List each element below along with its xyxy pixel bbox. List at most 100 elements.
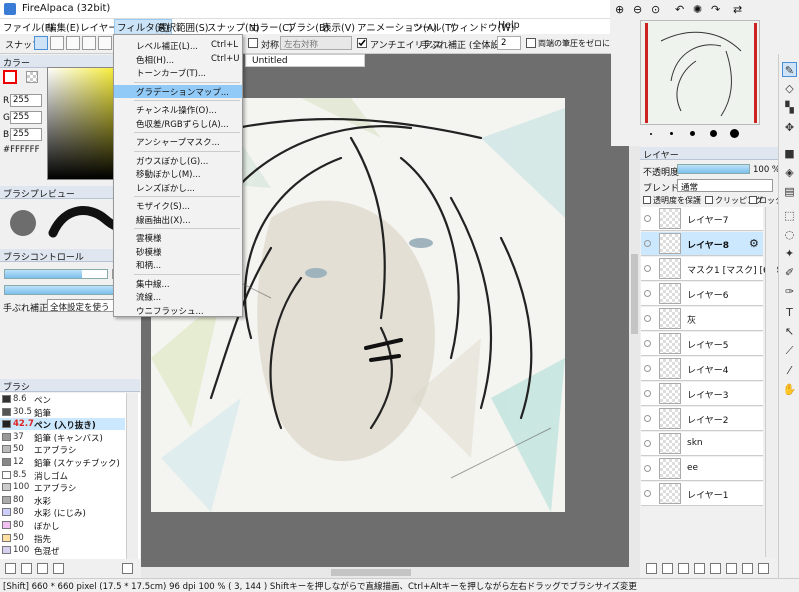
eyedropper-tool-icon[interactable]: ⁄ [782, 363, 797, 378]
duplicate-brush-icon[interactable] [21, 563, 32, 574]
layer-row[interactable]: skn [641, 432, 763, 456]
lock-checkbox[interactable] [749, 196, 757, 204]
brush-list-item[interactable]: 50 エアブラシ [0, 443, 125, 456]
divide-tool-icon[interactable]: ⟋ [782, 343, 797, 358]
fill-rect-tool-icon[interactable]: ■ [782, 146, 797, 161]
symmetry-select[interactable]: 左右対称 [280, 36, 352, 50]
menu-edit[interactable]: 編集(E) [47, 20, 79, 34]
layer-visibility-icon[interactable] [644, 390, 651, 397]
new-layer-8bit-icon[interactable] [662, 563, 673, 574]
brush-list-item[interactable]: 8.6 ペン [0, 393, 125, 406]
filter-menu-item[interactable]: レンズぼかし... [114, 181, 242, 194]
document-tab[interactable]: Untitled [245, 54, 365, 67]
filter-menu-item[interactable]: 雲模様 [114, 231, 242, 244]
layer-row[interactable]: レイヤー6 [641, 282, 763, 306]
layer-visibility-icon[interactable] [644, 315, 651, 322]
brush-list-item[interactable]: 30.5 鉛筆 [0, 406, 125, 419]
g-input[interactable]: 255 [10, 111, 42, 124]
brush-settings-icon[interactable] [53, 563, 64, 574]
eraser-tool-icon[interactable]: ◇ [782, 81, 797, 96]
rotate-reset-icon[interactable]: ✺ [693, 3, 702, 16]
filter-menu-item[interactable]: 砂模様 [114, 245, 242, 258]
snap-parallel-button[interactable] [50, 36, 64, 50]
filter-menu-item[interactable]: トーンカーブ(T)... [114, 66, 242, 79]
vertical-scroll-thumb[interactable] [631, 254, 638, 334]
layer-folder-icon[interactable] [694, 563, 705, 574]
filter-menu-item[interactable]: 移動ぼかし(M)... [114, 167, 242, 180]
brush-list-item[interactable]: 100 色混ぜ [0, 544, 125, 557]
layer-row[interactable]: レイヤー7 [641, 207, 763, 231]
zoom-out-icon[interactable]: ⊖ [633, 3, 642, 16]
hand-tool-icon[interactable]: ✋ [782, 382, 797, 397]
layer-visibility-icon[interactable] [644, 290, 651, 297]
horizontal-scroll-thumb[interactable] [331, 569, 411, 576]
stabilizer-select[interactable]: 2 [497, 36, 521, 50]
delete-brush-icon[interactable] [122, 563, 133, 574]
select-pen-tool-icon[interactable]: ✐ [782, 265, 797, 280]
flip-horizontal-icon[interactable]: ⇄ [733, 3, 742, 16]
layer-opacity-slider[interactable] [677, 164, 750, 174]
merge-layer-icon[interactable] [726, 563, 737, 574]
delete-layer-icon[interactable] [758, 563, 769, 574]
snap-radial-button[interactable] [82, 36, 96, 50]
filter-menu-item[interactable]: 和柄... [114, 258, 242, 271]
clipping-checkbox[interactable] [705, 196, 713, 204]
filter-menu-item[interactable]: 線画抽出(X)... [114, 213, 242, 226]
navigator-thumbnail[interactable] [640, 20, 760, 125]
b-input[interactable]: 255 [10, 128, 42, 141]
bucket-tool-icon[interactable]: ◈ [782, 165, 797, 180]
layer-row[interactable]: レイヤー4 [641, 357, 763, 381]
brush-list-item[interactable]: 42.7 ペン (入り抜き) [0, 418, 125, 431]
blend-mode-select[interactable]: 通常 [677, 179, 773, 193]
snap-off-button[interactable] [34, 36, 48, 50]
new-brush-icon[interactable] [5, 563, 16, 574]
layer-row[interactable]: レイヤー8 ⚙ [641, 232, 763, 256]
filter-menu-item[interactable]: グラデーションマップ... [114, 84, 242, 98]
select-eraser-tool-icon[interactable]: ✑ [782, 284, 797, 299]
brush-list-item[interactable]: 8.5 消しゴム [0, 469, 125, 482]
new-layer-icon[interactable] [646, 563, 657, 574]
text-tool-icon[interactable]: T [782, 305, 797, 320]
filter-menu-item[interactable]: アンシャープマスク... [114, 135, 242, 148]
menu-view[interactable]: 表示(V) [322, 20, 355, 34]
snap-curve-button[interactable] [98, 36, 112, 50]
brush-list-item[interactable]: 80 水彩 [0, 494, 125, 507]
dot-tool-icon[interactable]: ▚ [782, 100, 797, 115]
layer-row[interactable]: レイヤー2 [641, 407, 763, 431]
antialias-checkbox[interactable] [357, 38, 367, 48]
layer-visibility-icon[interactable] [644, 465, 651, 472]
brush-size-dot-3[interactable] [690, 131, 695, 136]
lasso-tool-icon[interactable]: ◌ [782, 227, 797, 242]
filter-menu-item[interactable]: レベル補正(L)... Ctrl+L [114, 39, 242, 52]
layer-visibility-icon[interactable] [644, 365, 651, 372]
rotate-left-icon[interactable]: ↶ [675, 3, 684, 16]
duplicate-layer-icon[interactable] [710, 563, 721, 574]
layer-row[interactable]: レイヤー1 [641, 482, 763, 506]
zoom-in-icon[interactable]: ⊕ [615, 3, 624, 16]
magic-wand-tool-icon[interactable]: ✦ [782, 246, 797, 261]
layer-list-scrollbar[interactable] [765, 207, 777, 557]
brush-tool-icon[interactable]: ✎ [782, 62, 797, 77]
snap-grid-button[interactable] [66, 36, 80, 50]
filter-menu-item[interactable]: 集中線... [114, 277, 242, 290]
both-edges-checkbox[interactable] [526, 38, 536, 48]
layer-visibility-icon[interactable] [644, 415, 651, 422]
menu-tool[interactable]: ツール(T) [413, 20, 455, 34]
brush-size-dot-5[interactable] [730, 129, 739, 138]
move-tool-icon[interactable]: ✥ [782, 120, 797, 135]
brush-size-dot-1[interactable] [650, 133, 652, 135]
brush-list-item[interactable]: 50 指先 [0, 532, 125, 545]
rotate-right-icon[interactable]: ↷ [711, 3, 720, 16]
layer-row[interactable]: レイヤー3 [641, 382, 763, 406]
transparent-color-swatch[interactable] [26, 71, 38, 83]
brush-list-item[interactable]: 80 ぼかし [0, 519, 125, 532]
select-tool-icon[interactable]: ⬚ [782, 208, 797, 223]
brush-size-slider[interactable] [4, 269, 108, 279]
layer-visibility-icon[interactable] [644, 490, 651, 497]
brush-size-dot-2[interactable] [670, 132, 673, 135]
filter-menu-item[interactable]: ウニフラッシュ... [114, 304, 242, 317]
menu-help[interactable]: Help [498, 20, 520, 31]
brush-list-item[interactable]: 12 鉛筆 (スケッチブック) [0, 456, 125, 469]
filter-menu-item[interactable]: 色相(H)... Ctrl+U [114, 53, 242, 66]
layer-visibility-icon[interactable] [644, 215, 651, 222]
